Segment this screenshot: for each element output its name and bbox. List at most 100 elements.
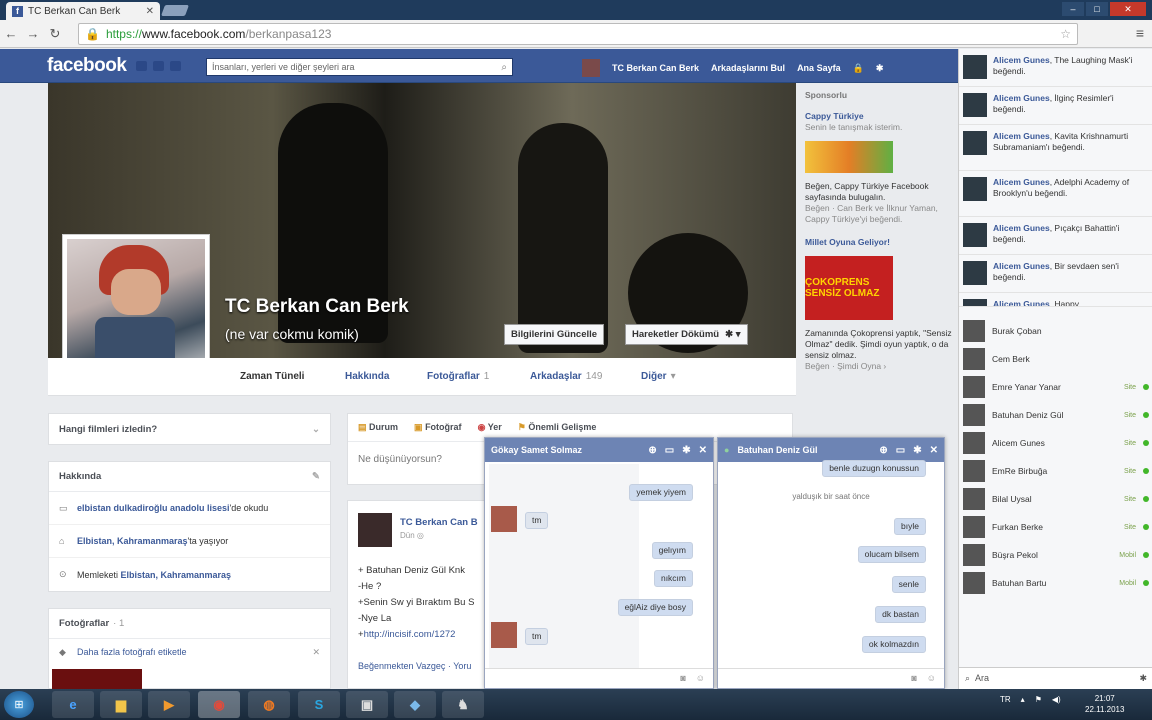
friend-requests-icon[interactable]	[136, 61, 147, 71]
chrome-menu-icon[interactable]: ≡	[1136, 25, 1144, 41]
language-indicator[interactable]: TR	[1000, 695, 1011, 704]
composer-place[interactable]: ◉ Yer	[478, 422, 502, 433]
composer-photo[interactable]: ▣ Fotoğraf	[414, 422, 462, 433]
messages-icon[interactable]	[153, 61, 164, 71]
tray-arrow-icon[interactable]: ▴	[1021, 695, 1025, 704]
minimize-icon[interactable]: –	[1062, 2, 1084, 16]
chat-input[interactable]: ◙ ☺	[718, 668, 944, 688]
profile-avatar-small[interactable]	[582, 59, 600, 77]
volume-icon[interactable]: ◀)	[1052, 695, 1061, 704]
ticker-item[interactable]: Alicem Gunes, Kavita Krishnamurti Subram…	[959, 125, 1152, 171]
close-icon[interactable]: ✕	[699, 445, 707, 456]
chrome-icon[interactable]: ◉	[198, 691, 240, 718]
post-author-avatar[interactable]	[358, 513, 392, 547]
chat-settings-icon[interactable]: ✱	[1139, 673, 1147, 684]
ad-like[interactable]: Beğen · Şimdi Oyna ›	[805, 361, 953, 372]
tab-friends[interactable]: Arkadaşlar 149	[530, 371, 602, 382]
close-icon[interactable]: ✕	[930, 445, 938, 456]
nav-home[interactable]: Ana Sayfa	[797, 63, 841, 73]
internet-explorer-icon[interactable]: e	[52, 691, 94, 718]
update-info-button[interactable]: Bilgilerini Güncelle	[504, 324, 605, 345]
chat-friend[interactable]: Burak Çoban	[959, 317, 1152, 345]
post-date[interactable]: Dün ◎	[400, 531, 424, 540]
pencil-icon[interactable]: ✎	[312, 471, 320, 482]
post-link[interactable]: http://incisif.com/1272	[364, 629, 456, 640]
file-explorer-icon[interactable]: ▆	[100, 691, 142, 718]
post-author[interactable]: TC Berkan Can B	[400, 517, 478, 528]
chat-friend[interactable]: Batuhan Deniz Gül Site	[959, 401, 1152, 429]
films-prompt[interactable]: Hangi filmleri izledin? ⌄	[48, 413, 331, 445]
video-call-icon[interactable]: ▭	[896, 445, 905, 456]
add-friend-icon[interactable]: ⊕	[879, 445, 887, 456]
back-icon[interactable]: ←	[0, 26, 22, 41]
composer-status[interactable]: ▤ Durum	[358, 422, 398, 433]
chat-friend[interactable]: Bilal Uysal Site	[959, 485, 1152, 513]
nav-find-friends[interactable]: Arkadaşlarını Bul	[711, 63, 785, 73]
chat-friend[interactable]: Alicem Gunes Site	[959, 429, 1152, 457]
privacy-shortcuts-icon[interactable]: 🔒	[853, 63, 864, 74]
tab-photos[interactable]: Fotoğraflar 1	[427, 371, 489, 382]
chat-search-input[interactable]: ⌕ Ara ✱	[959, 667, 1152, 689]
gear-icon[interactable]: ✱	[913, 445, 921, 456]
app-icon[interactable]: ◆	[394, 691, 436, 718]
post-actions[interactable]: Beğenmekten Vazgeç · Yoru	[358, 661, 471, 671]
ad-title[interactable]: Millet Oyuna Geliyor!	[805, 237, 890, 247]
ticker-item[interactable]: Alicem Gunes, Pıçakçı Bahattin'i beğendi…	[959, 217, 1152, 255]
about-title[interactable]: Hakkında	[59, 471, 101, 482]
photo-thumbnail[interactable]	[52, 669, 142, 689]
chat-friend[interactable]: EmRe Birbuğa Site	[959, 457, 1152, 485]
close-window-icon[interactable]: ✕	[1110, 2, 1146, 16]
new-tab-button[interactable]	[160, 5, 190, 16]
counter-strike-icon[interactable]: ♞	[442, 691, 484, 718]
bookmark-star-icon[interactable]: ☆	[1060, 27, 1071, 41]
gear-icon[interactable]: ✱	[682, 445, 690, 456]
forward-icon[interactable]: →	[22, 26, 44, 41]
clock[interactable]: 21:07 22.11.2013	[1085, 693, 1124, 715]
notifications-icon[interactable]	[170, 61, 181, 71]
chat-friend[interactable]: Furkan Berke Site	[959, 513, 1152, 541]
ad-image[interactable]: ÇOKOPRENS SENSİZ OLMAZ	[805, 256, 893, 320]
tab-timeline[interactable]: Zaman Tüneli	[240, 371, 304, 382]
chat-friend[interactable]: Büşra Pekol Mobil	[959, 541, 1152, 569]
activity-log-button[interactable]: Hareketler Dökümü ✱ ▾	[625, 324, 748, 345]
search-icon[interactable]: ⌕	[501, 62, 507, 73]
tab-more[interactable]: Diğer ▾	[641, 371, 676, 382]
chat-friend[interactable]: Batuhan Bartu Mobil	[959, 569, 1152, 597]
facebook-logo[interactable]: facebook	[47, 55, 127, 77]
tab-about[interactable]: Hakkında	[345, 371, 389, 382]
nav-profile-link[interactable]: TC Berkan Can Berk	[612, 63, 699, 73]
settings-icon[interactable]: ✱	[876, 63, 884, 74]
flag-icon[interactable]: ⚑	[1035, 695, 1042, 704]
video-call-icon[interactable]: ▭	[665, 445, 674, 456]
school-link[interactable]: elbistan dulkadiroğlu anadolu lisesi	[77, 503, 230, 513]
ticker-item[interactable]: Alicem Gunes, Adelphi Academy of Brookly…	[959, 171, 1152, 217]
skype-icon[interactable]: S	[298, 691, 340, 718]
chat-title[interactable]: Gökay Samet Solmaz	[491, 445, 582, 455]
camera-icon[interactable]: ◙	[680, 673, 685, 684]
browser-tab[interactable]: f TC Berkan Can Berk ✕	[6, 2, 160, 20]
ticker-item[interactable]: Alicem Gunes, Happy	[959, 293, 1152, 307]
chat-header[interactable]: ● Batuhan Deniz Gül ⊕ ▭ ✱ ✕	[718, 438, 944, 462]
chat-title[interactable]: Batuhan Deniz Gül	[737, 445, 817, 455]
tab-close-icon[interactable]: ✕	[146, 6, 154, 17]
ticker-item[interactable]: Alicem Gunes, İlginç Resimler'i beğendi.	[959, 87, 1152, 125]
maximize-icon[interactable]: □	[1086, 2, 1108, 16]
tag-more-link[interactable]: Daha fazla fotoğrafı etiketle	[77, 647, 187, 657]
photos-title[interactable]: Fotoğraflar	[59, 618, 109, 629]
reload-icon[interactable]: ↻	[44, 26, 66, 42]
chat-friend[interactable]: Cem Berk	[959, 345, 1152, 373]
composer-life-event[interactable]: ⚑ Önemli Gelişme	[518, 422, 597, 433]
hometown-link[interactable]: Elbistan, Kahramanmaraş	[121, 570, 232, 580]
firefox-icon[interactable]: ◍	[248, 691, 290, 718]
close-icon[interactable]: ✕	[312, 647, 320, 658]
app-icon[interactable]: ▣	[346, 691, 388, 718]
emoji-icon[interactable]: ☺	[696, 673, 705, 684]
chat-input[interactable]: ◙ ☺	[485, 668, 713, 688]
ad-like[interactable]: Beğen · Can Berk ve İlknur Yaman, Cappy …	[805, 203, 953, 225]
add-friend-icon[interactable]: ⊕	[648, 445, 656, 456]
ad-title[interactable]: Cappy Türkiye	[805, 111, 864, 121]
address-bar[interactable]: 🔒 https://www.facebook.com/berkanpasa123…	[78, 23, 1078, 45]
start-button[interactable]: ⊞	[4, 691, 34, 718]
emoji-icon[interactable]: ☺	[927, 673, 936, 684]
chevron-down-icon[interactable]: ⌄	[312, 424, 320, 435]
